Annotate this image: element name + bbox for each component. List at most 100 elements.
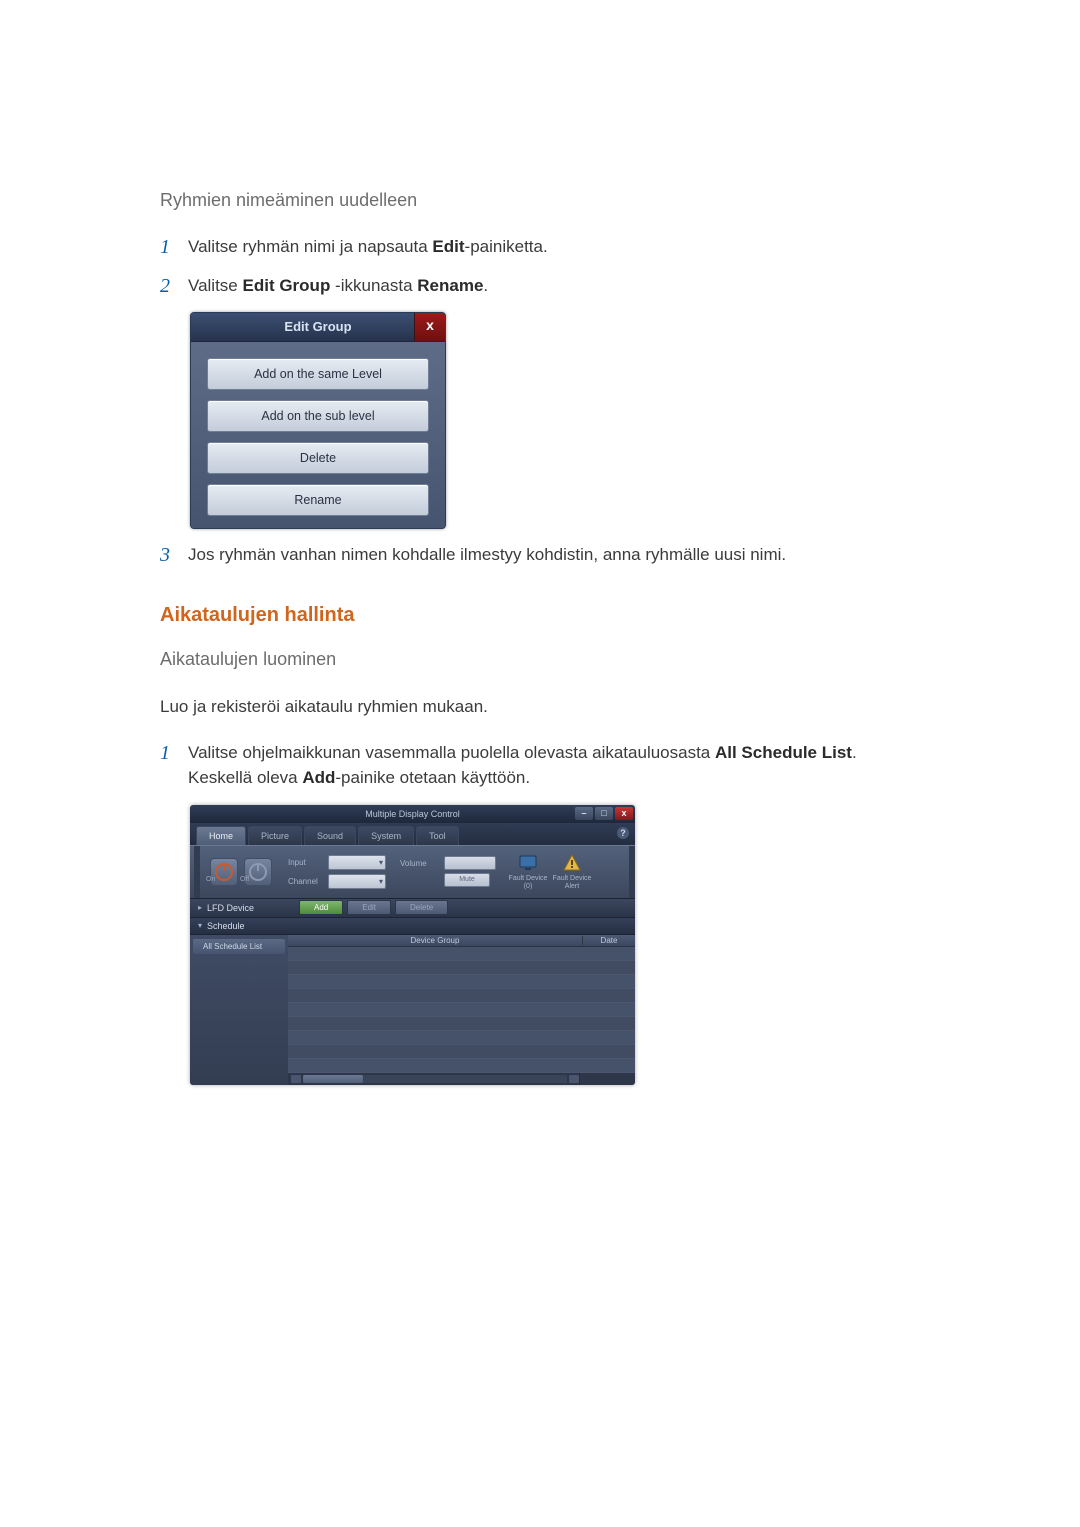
col-device-group: Device Group <box>288 936 582 945</box>
rename-button[interactable]: Rename <box>207 484 429 516</box>
power-icon <box>215 863 233 881</box>
add-same-level-button[interactable]: Add on the same Level <box>207 358 429 390</box>
channel-select[interactable]: ▾ <box>328 874 386 889</box>
horizontal-scrollbar[interactable] <box>288 1073 635 1085</box>
tab-bar: Home Picture Sound System Tool ? <box>190 823 635 845</box>
text: Valitse ryhmän nimi ja napsauta <box>188 237 432 256</box>
alert-icon[interactable] <box>562 853 582 873</box>
close-icon[interactable]: x <box>615 807 633 820</box>
text: -painike otetaan käyttöön. <box>335 768 530 787</box>
heading-schedules-sub: Aikataulujen luominen <box>160 649 920 670</box>
sidebar: All Schedule List <box>190 935 288 1085</box>
schedule-steps-list: 1 Valitse ohjelmaikkunan vasemmalla puol… <box>160 741 920 790</box>
tab-picture[interactable]: Picture <box>248 826 302 845</box>
step-text: Jos ryhmän vanhan nimen kohdalle ilmesty… <box>188 543 786 568</box>
input-select[interactable]: ▾ <box>328 855 386 870</box>
step-number: 1 <box>160 741 188 765</box>
close-icon[interactable]: x <box>414 313 445 341</box>
add-button[interactable]: Add <box>299 900 343 915</box>
monitor-icon[interactable] <box>518 853 538 873</box>
bold: Add <box>302 768 335 787</box>
power-icon <box>249 863 267 881</box>
chevron-down-icon: ▾ <box>196 921 204 930</box>
chevron-down-icon: ▾ <box>379 858 383 867</box>
dialog-title: Edit Group x <box>191 313 445 342</box>
scroll-left-icon[interactable] <box>291 1075 301 1083</box>
chevron-down-icon: ▾ <box>379 877 383 886</box>
tab-home[interactable]: Home <box>196 826 246 845</box>
schedule-row[interactable]: ▾ Schedule <box>190 918 635 935</box>
table-row <box>288 1045 635 1059</box>
table-row <box>288 1059 635 1073</box>
power-off-label: Off <box>240 876 249 883</box>
table-row <box>288 1017 635 1031</box>
volume-label: Volume <box>400 859 440 868</box>
dialog-body: Add on the same Level Add on the sub lev… <box>191 342 445 528</box>
maximize-icon[interactable]: □ <box>595 807 613 820</box>
scroll-thumb[interactable] <box>303 1075 363 1083</box>
heading-schedules: Aikataulujen hallinta <box>160 604 920 627</box>
text: -ikkunasta <box>330 276 417 295</box>
step-text: Valitse ohjelmaikkunan vasemmalla puolel… <box>188 741 920 790</box>
window-title: Multiple Display Control <box>365 809 460 819</box>
ribbon-handle <box>629 846 635 898</box>
sidebar-item-all-schedule[interactable]: All Schedule List <box>193 939 285 954</box>
channel-label: Channel <box>288 877 328 886</box>
rename-steps-list-2: 3 Jos ryhmän vanhan nimen kohdalle ilmes… <box>160 543 920 568</box>
table-row <box>288 1003 635 1017</box>
step-number: 2 <box>160 274 188 298</box>
minimize-icon[interactable]: – <box>575 807 593 820</box>
tab-tool[interactable]: Tool <box>416 826 459 845</box>
text: -painiketta. <box>465 237 548 256</box>
help-icon[interactable]: ? <box>617 827 629 839</box>
table-row <box>288 961 635 975</box>
chevron-right-icon: ▸ <box>196 903 204 912</box>
col-date: Date <box>582 936 635 945</box>
bold: Edit <box>432 237 464 256</box>
scrollbar-corner <box>579 1073 632 1085</box>
input-label: Input <box>288 858 328 867</box>
scroll-right-icon[interactable] <box>569 1075 579 1083</box>
volume-slider[interactable] <box>444 856 496 870</box>
edit-group-dialog: Edit Group x Add on the same Level Add o… <box>190 312 446 529</box>
step-number: 1 <box>160 235 188 259</box>
tab-sound[interactable]: Sound <box>304 826 356 845</box>
add-sub-level-button[interactable]: Add on the sub level <box>207 400 429 432</box>
column-headers: Device Group Date <box>288 935 635 947</box>
table-row <box>288 975 635 989</box>
table-row <box>288 947 635 961</box>
ribbon-handle <box>194 846 200 898</box>
main-area: All Schedule List Device Group Date <box>190 935 635 1085</box>
mute-button[interactable]: Mute <box>444 873 490 887</box>
schedules-intro: Luo ja rekisteröi aikataulu ryhmien muka… <box>160 694 920 720</box>
lfd-device-label: LFD Device <box>207 903 299 913</box>
delete-schedule-button[interactable]: Delete <box>395 900 448 915</box>
ribbon: On Off Input ▾ Channel ▾ <box>190 845 635 899</box>
window-titlebar: Multiple Display Control – □ x <box>190 805 635 823</box>
bold: All Schedule List <box>715 743 852 762</box>
text: Valitse ohjelmaikkunan vasemmalla puolel… <box>188 743 715 762</box>
edit-button[interactable]: Edit <box>347 900 391 915</box>
mdc-window: Multiple Display Control – □ x Home Pict… <box>190 805 635 1085</box>
step-text: Valitse Edit Group -ikkunasta Rename. <box>188 274 488 299</box>
content-area: Device Group Date <box>288 935 635 1085</box>
step-text: Valitse ryhmän nimi ja napsauta Edit-pai… <box>188 235 548 260</box>
tab-system[interactable]: System <box>358 826 414 845</box>
text: . <box>483 276 488 295</box>
dialog-title-text: Edit Group <box>284 319 351 334</box>
heading-renaming: Ryhmien nimeäminen uudelleen <box>160 190 920 211</box>
power-on-label: On <box>206 876 215 883</box>
bold: Rename <box>417 276 483 295</box>
step-number: 3 <box>160 543 188 567</box>
fault-device-label: Fault Device (0) <box>506 875 550 890</box>
table-row <box>288 1031 635 1045</box>
window-controls: – □ x <box>575 807 633 820</box>
rename-steps-list: 1 Valitse ryhmän nimi ja napsauta Edit-p… <box>160 235 920 298</box>
lfd-device-row[interactable]: ▸ LFD Device Add Edit Delete <box>190 899 635 918</box>
fault-alert-label: Fault Device Alert <box>550 875 594 890</box>
table-body <box>288 947 635 1073</box>
delete-button[interactable]: Delete <box>207 442 429 474</box>
scroll-track[interactable] <box>303 1075 567 1083</box>
schedule-label: Schedule <box>207 921 299 931</box>
text: Valitse <box>188 276 243 295</box>
